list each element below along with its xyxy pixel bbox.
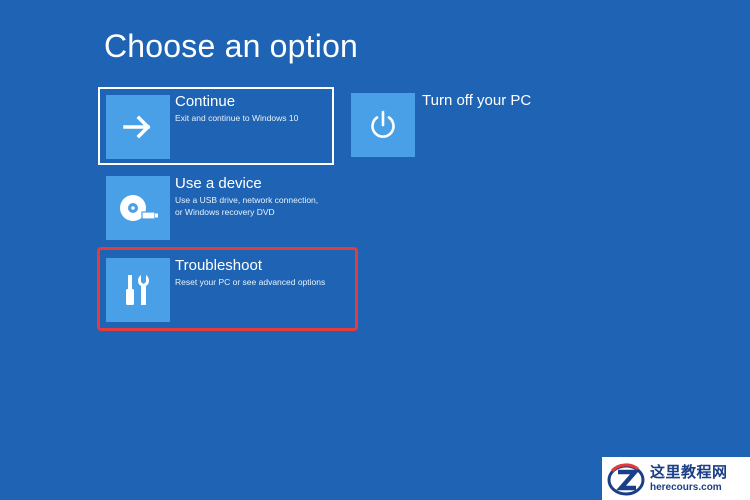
turn-off-label: Turn off your PC <box>422 92 532 109</box>
continue-option[interactable]: Continue Exit and continue to Windows 10 <box>98 87 334 165</box>
z-logo-icon <box>607 462 645 495</box>
troubleshoot-description: Reset your PC or see advanced options <box>175 277 326 287</box>
use-device-description-line-2: or Windows recovery DVD <box>175 207 275 217</box>
troubleshoot-option[interactable]: Troubleshoot Reset your PC or see advanc… <box>97 247 358 331</box>
turn-off-option[interactable]: Turn off your PC <box>351 92 541 159</box>
turn-off-tile[interactable] <box>351 93 415 157</box>
use-device-label: Use a device <box>175 175 262 192</box>
watermark-url: herecours.com <box>650 482 722 493</box>
watermark-logo: 这里教程网 herecours.com <box>602 457 750 500</box>
continue-label: Continue <box>175 93 236 110</box>
use-device-tile[interactable] <box>106 176 170 240</box>
use-device-description: Use a USB drive, network connection, or … <box>175 194 318 218</box>
disc-usb-icon <box>120 195 158 221</box>
tools-icon <box>126 275 150 305</box>
use-device-description-line-1: Use a USB drive, network connection, <box>175 195 319 205</box>
continue-tile[interactable] <box>106 95 170 159</box>
troubleshoot-label: Troubleshoot <box>175 257 262 274</box>
power-icon <box>371 110 395 138</box>
watermark-text-cn: 这里教程网 <box>650 463 728 481</box>
continue-description: Exit and continue to Windows 10 <box>175 113 299 123</box>
page-title: Choose an option <box>104 28 359 64</box>
arrow-right-icon <box>123 115 151 139</box>
use-device-option[interactable]: Use a device Use a USB drive, network co… <box>106 175 336 242</box>
troubleshoot-tile[interactable] <box>106 258 170 322</box>
